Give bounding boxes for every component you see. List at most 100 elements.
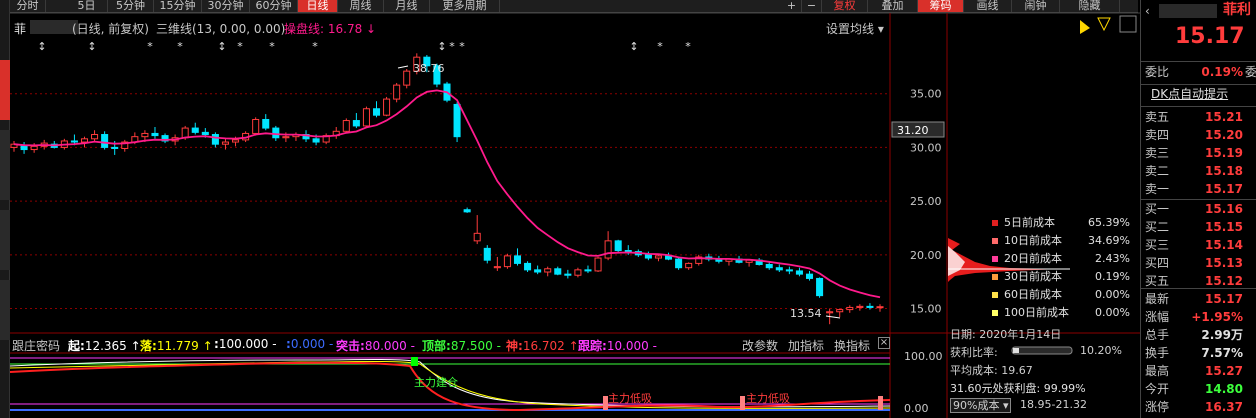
- candle-body: [372, 108, 381, 116]
- indicator-title[interactable]: 跟庄密码: [12, 337, 60, 354]
- candle-body: [524, 262, 532, 271]
- level-label: 买四: [1145, 256, 1170, 270]
- stat-label: 今开: [1145, 382, 1170, 396]
- candle-body: [775, 267, 783, 271]
- ind-item-track: 跟踪:10.000 -: [578, 337, 657, 354]
- signal-mark: ↕: [629, 40, 638, 53]
- price-level-row[interactable]: 卖四 15.20: [1141, 126, 1256, 145]
- candle-body: [30, 145, 38, 151]
- candle-body: [141, 132, 149, 138]
- add-indicator-button[interactable]: 加指标: [788, 337, 824, 354]
- chip-legend-row: 60日前成本 0.00%: [990, 286, 1130, 304]
- candle-body: [614, 240, 622, 252]
- dk-row: DK点自动提示: [1141, 85, 1256, 104]
- back-icon[interactable]: ‹: [1145, 2, 1150, 21]
- candle-body: [91, 134, 99, 140]
- chip-legend-swatch: [992, 220, 998, 226]
- candle-body: [816, 277, 824, 297]
- wei-bi-value: 0.19%: [1201, 65, 1243, 79]
- candle-body: [352, 120, 360, 127]
- price-level-row[interactable]: 卖一 15.17: [1141, 180, 1256, 199]
- signal-mark: *: [269, 40, 275, 53]
- ind-signal-red: [878, 396, 883, 410]
- dk-auto-tip-button[interactable]: DK点自动提示: [1151, 85, 1228, 104]
- candle-body: [675, 258, 683, 269]
- stat-label: 换手: [1145, 346, 1170, 360]
- price-level-row[interactable]: 买四 15.13: [1141, 254, 1256, 273]
- signal-mark: *: [237, 40, 243, 53]
- arrow-tool-icon[interactable]: [1119, 15, 1137, 33]
- quote-stock-name: 菲利: [1223, 2, 1251, 18]
- chip-legend-value: 0.00%: [1095, 306, 1130, 319]
- price-tick-label: 35.00: [910, 88, 942, 101]
- level-label: 卖四: [1145, 128, 1170, 142]
- low-arrow: [825, 315, 841, 319]
- level-label: 买一: [1145, 202, 1170, 216]
- candle-body: [513, 255, 522, 264]
- candle-body: [232, 139, 240, 143]
- chip-legend-value: 34.69%: [1088, 234, 1130, 247]
- stat-value: 14.80: [1205, 382, 1243, 396]
- price-level-row[interactable]: 买二 15.15: [1141, 218, 1256, 237]
- level-price: 15.18: [1205, 164, 1243, 178]
- candle-body: [272, 127, 280, 139]
- candle-body: [111, 146, 119, 149]
- chip-legend-value: 2.43%: [1095, 252, 1130, 265]
- stat-value: +1.95%: [1191, 310, 1243, 324]
- cost-range-select[interactable]: 90%成本 ▾: [950, 398, 1012, 413]
- candle-body: [151, 132, 159, 137]
- ind-item-top: 顶部:87.500 -: [422, 337, 501, 354]
- ind-item-max: :100.000 -: [214, 337, 277, 351]
- signal-mark: *: [147, 40, 153, 53]
- ind-item-label: 顶部:: [422, 339, 451, 353]
- candle-body: [644, 254, 652, 259]
- separator: [1141, 106, 1256, 107]
- candle-body: [856, 305, 864, 308]
- close-indicator-icon[interactable]: ×: [878, 337, 890, 349]
- ind-item-value: 80.000 -: [364, 339, 415, 353]
- level-label: 卖三: [1145, 146, 1170, 160]
- stat-value: 15.17: [1205, 292, 1243, 306]
- profit-ratio-label: 获利比率:: [950, 346, 998, 359]
- chip-legend-row: 30日前成本 0.19%: [990, 268, 1130, 286]
- price-level-row[interactable]: 买一 15.16: [1141, 200, 1256, 219]
- stat-row: 涨停 16.37: [1141, 398, 1256, 417]
- chip-legend-row: 5日前成本 65.39%: [990, 214, 1130, 232]
- indicator-panel: 主力建仓 主力低吸 主力低吸 100.00 0.00: [9, 350, 943, 415]
- candle-body: [70, 140, 78, 143]
- candle-body: [574, 269, 582, 276]
- price-level-row[interactable]: 卖五 15.21: [1141, 108, 1256, 127]
- price-level-row[interactable]: 卖二 15.18: [1141, 162, 1256, 181]
- candle-body: [866, 305, 874, 308]
- change-params-button[interactable]: 改参数: [742, 337, 778, 354]
- cost-range-value: 18.95-21.32: [1020, 398, 1087, 411]
- candle-body: [101, 134, 109, 148]
- quote-last-price: 15.17: [1175, 24, 1245, 49]
- candle-body: [211, 134, 219, 145]
- ma-line: [13, 89, 881, 299]
- level-price: 15.14: [1205, 238, 1243, 252]
- stat-row: 今开 14.80: [1141, 380, 1256, 399]
- chip-date: 日期: 2020年1月14日: [950, 328, 1062, 341]
- candle-body: [836, 309, 844, 313]
- price-level-row[interactable]: 卖三 15.19: [1141, 144, 1256, 163]
- level-price: 15.20: [1205, 128, 1243, 142]
- chip-legend-row: 100日前成本 0.00%: [990, 304, 1130, 322]
- candle-body: [534, 269, 542, 273]
- wei-bi-label: 委比: [1145, 65, 1170, 79]
- chip-legend-value: 65.39%: [1088, 216, 1130, 229]
- funnel-icon[interactable]: [1097, 17, 1111, 32]
- candle-body: [181, 127, 189, 139]
- chip-legend-label: 10日前成本: [1004, 234, 1062, 247]
- signal-mark: *: [449, 40, 455, 53]
- candle-body: [473, 232, 481, 242]
- candle-body: [342, 120, 350, 132]
- chip-legend-value: 0.00%: [1095, 288, 1130, 301]
- price-level-row[interactable]: 买三 15.14: [1141, 236, 1256, 255]
- stat-row: 最新 15.17: [1141, 290, 1256, 309]
- ind-item-luo: 落:11.779 ↑: [140, 337, 213, 354]
- candle-body: [544, 268, 552, 273]
- switch-indicator-button[interactable]: 换指标: [834, 337, 870, 354]
- cursor-icon[interactable]: [1080, 20, 1090, 34]
- stat-label: 涨幅: [1145, 310, 1170, 324]
